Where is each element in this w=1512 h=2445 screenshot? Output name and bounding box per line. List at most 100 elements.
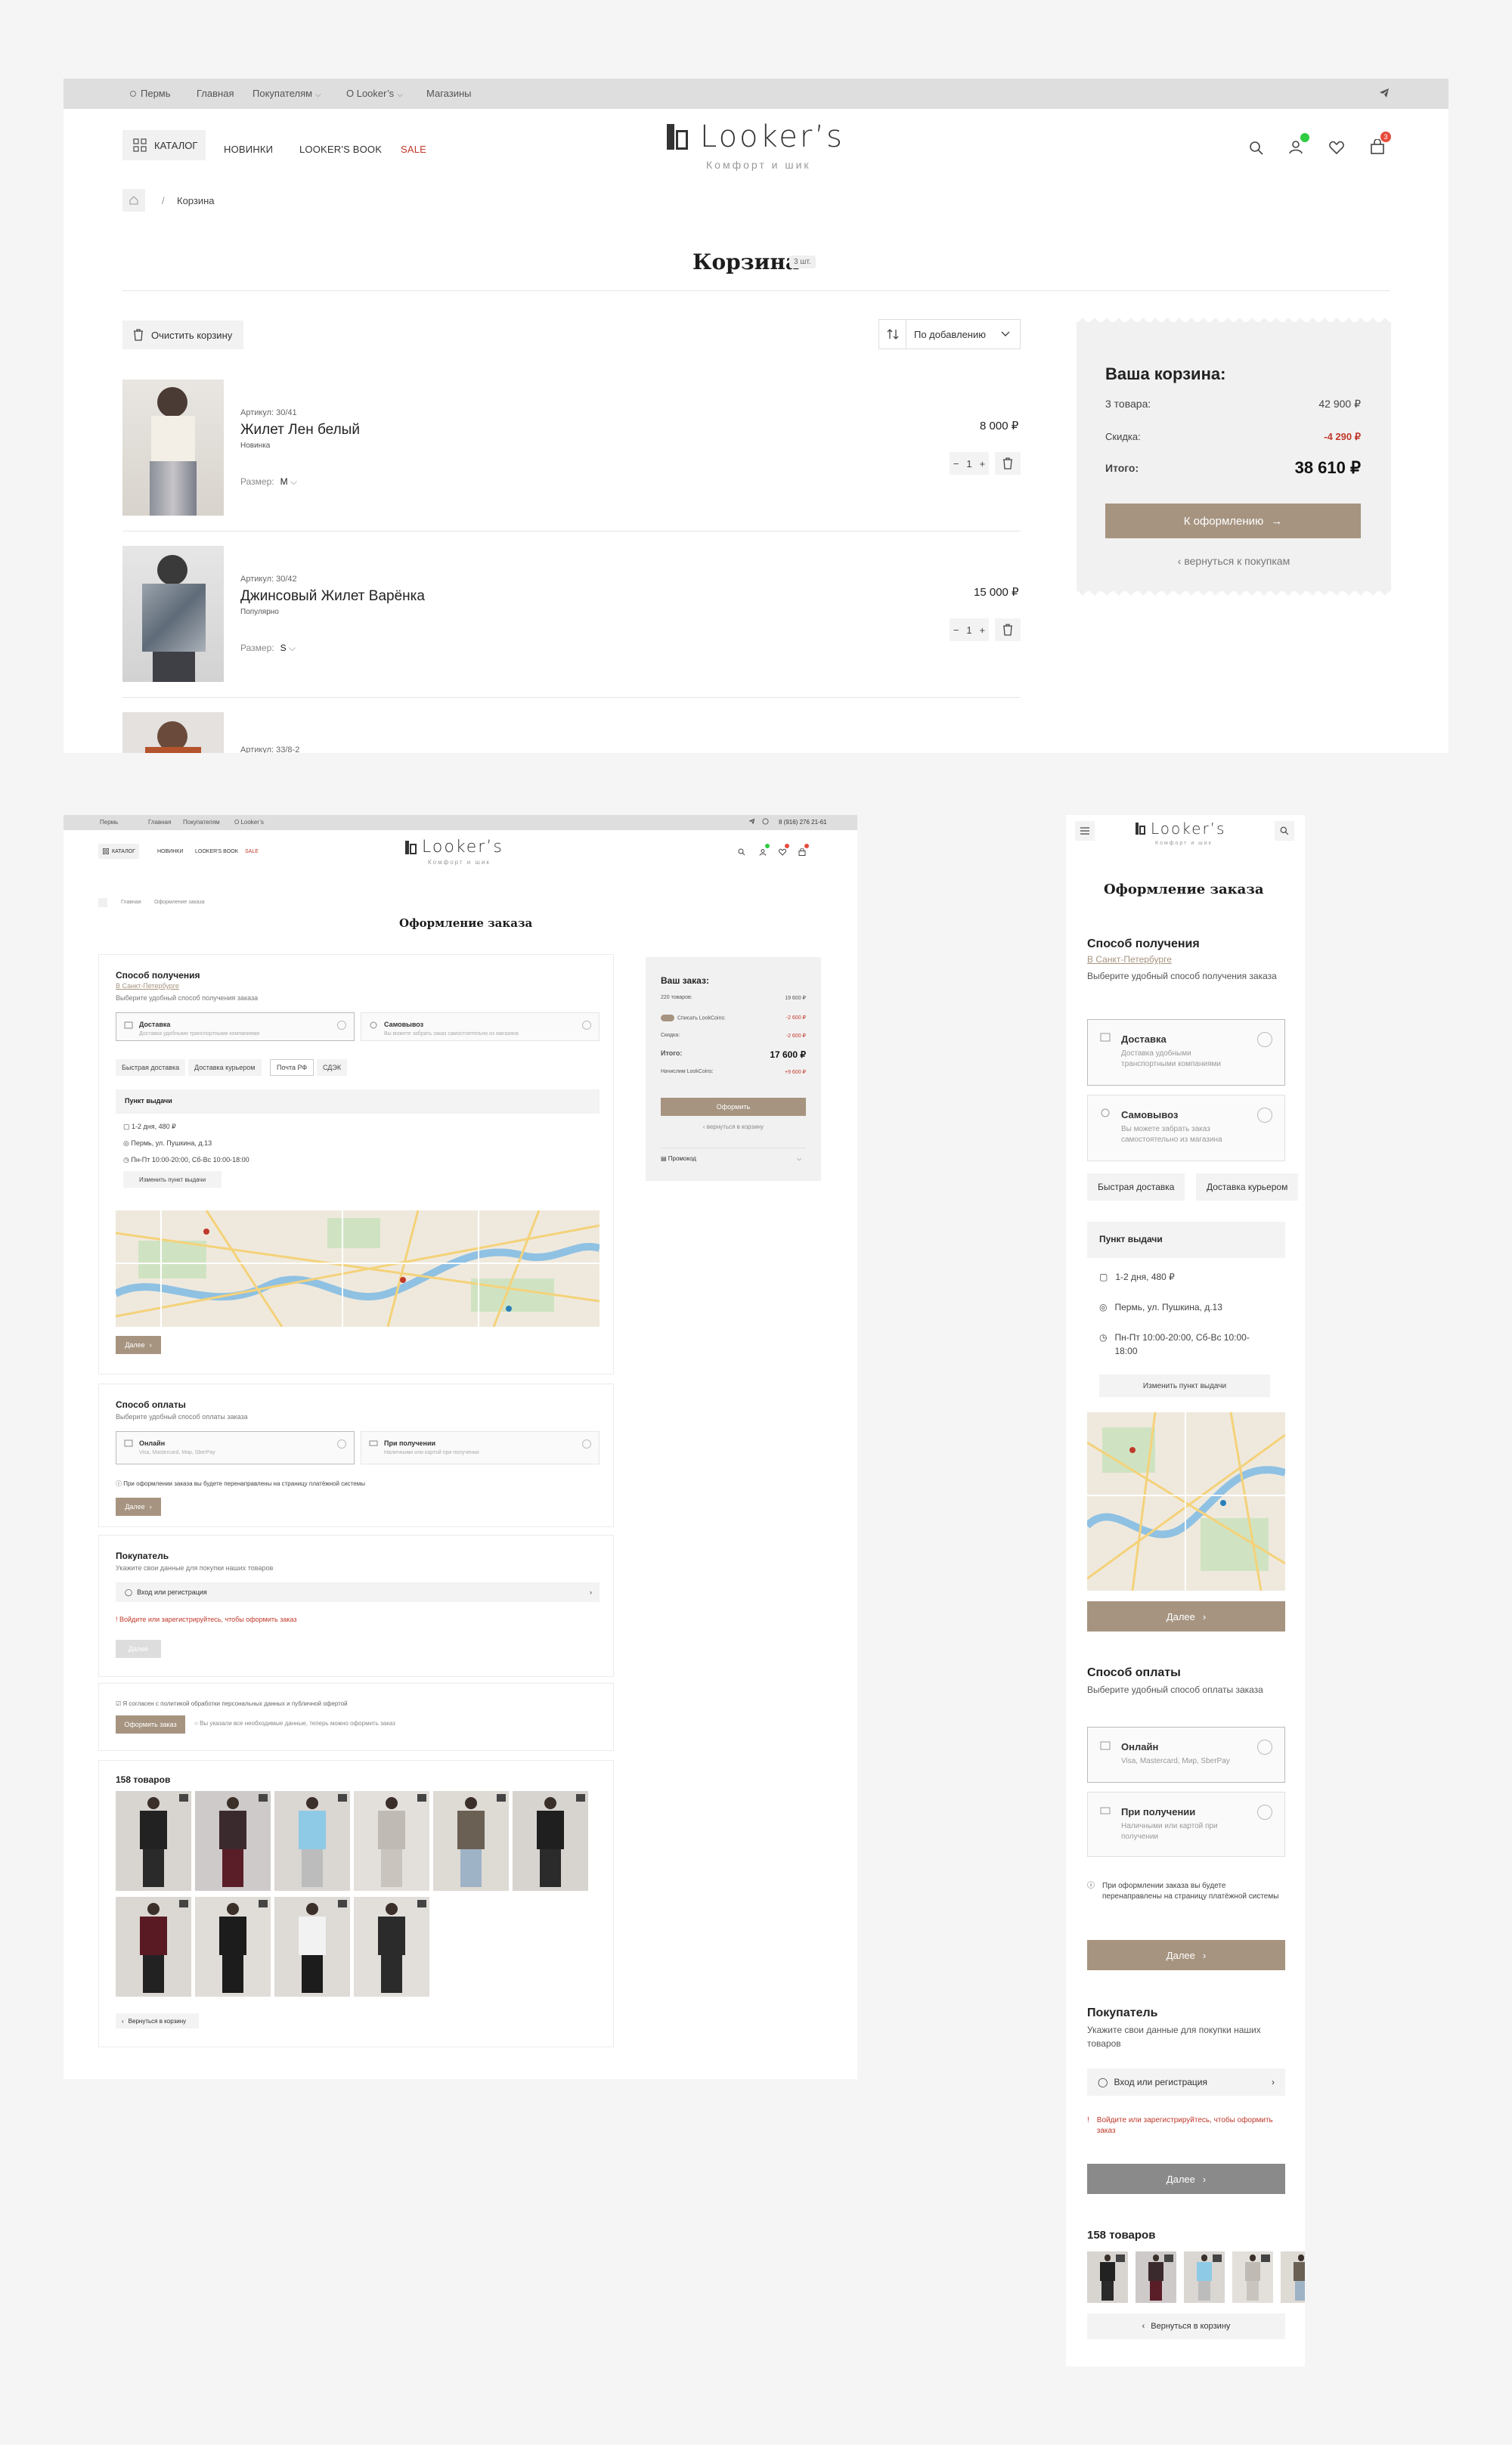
bookmark-icon[interactable]: [1261, 2254, 1270, 2262]
payment-option-on-delivery[interactable]: При получении Наличными или картой при п…: [1087, 1792, 1285, 1857]
cart-icon[interactable]: [798, 848, 806, 856]
chevron-down-icon[interactable]: ⌵: [797, 1155, 801, 1163]
nav-new[interactable]: НОВИНКИ: [224, 144, 273, 155]
product-thumbnail[interactable]: [116, 1897, 191, 1997]
city-link[interactable]: В Санкт-Петербурге: [1087, 953, 1172, 966]
search-button[interactable]: [1275, 821, 1294, 841]
radio-button[interactable]: [1257, 1108, 1272, 1123]
radio-button[interactable]: [582, 1439, 591, 1449]
nav-sale[interactable]: SALE: [401, 144, 426, 155]
product-thumbnail[interactable]: [513, 1791, 588, 1891]
product-thumbnail[interactable]: [195, 1791, 271, 1891]
heart-icon[interactable]: [1329, 141, 1347, 159]
bookmark-icon[interactable]: [1164, 2254, 1173, 2262]
back-to-cart-button[interactable]: ‹ Вернуться в корзину: [1087, 2313, 1285, 2339]
catalog-button[interactable]: КАТАЛОГ: [122, 130, 206, 160]
place-order-button[interactable]: Оформить заказ: [116, 1715, 185, 1734]
product-thumbnail[interactable]: [1087, 2251, 1128, 2303]
topbar-link-home[interactable]: Главная: [197, 88, 234, 99]
brand-logo[interactable]: Looker’s: [405, 838, 503, 857]
product-thumbnail[interactable]: [274, 1897, 350, 1997]
quantity-stepper[interactable]: −1 +: [950, 452, 989, 475]
nav-lookers-book[interactable]: LOOKER'S BOOK: [299, 144, 382, 155]
topbar-link-stores[interactable]: Магазины: [426, 88, 472, 99]
whatsapp-icon[interactable]: [762, 818, 769, 825]
next-button-disabled[interactable]: Далее ›: [1087, 2164, 1285, 2194]
minus-icon[interactable]: −: [953, 624, 959, 636]
lookcoins-toggle[interactable]: [661, 1015, 674, 1021]
product-thumbnail[interactable]: [354, 1897, 429, 1997]
plus-icon[interactable]: +: [979, 624, 985, 636]
pickup-map[interactable]: [116, 1210, 600, 1327]
radio-button[interactable]: [337, 1439, 346, 1449]
back-to-cart-link[interactable]: ‹ вернуться в корзину: [646, 1123, 821, 1130]
breadcrumb-home[interactable]: [122, 189, 145, 212]
bookmark-icon[interactable]: [259, 1794, 268, 1802]
change-pickup-point-button[interactable]: Изменить пункт выдачи: [123, 1171, 222, 1188]
item-name[interactable]: Джинсовый Жилет Варёнка: [240, 588, 425, 605]
bookmark-icon[interactable]: [259, 1900, 268, 1907]
topbar-link-buyers[interactable]: Покупателям ⌵: [253, 88, 321, 99]
payment-option-on-delivery[interactable]: При получении Наличными или картой при п…: [361, 1431, 600, 1464]
bookmark-icon[interactable]: [1116, 2254, 1125, 2262]
next-button[interactable]: Далее ›: [1087, 1940, 1285, 1970]
order-row[interactable]: Списать LookCoins: -2 600 ₽: [661, 1015, 806, 1021]
radio-button[interactable]: [337, 1021, 346, 1030]
product-thumbnail[interactable]: [1136, 2251, 1176, 2303]
delivery-option-pickup[interactable]: Самовывоз Вы можете забрать заказ самост…: [1087, 1095, 1285, 1161]
bookmark-icon[interactable]: [338, 1900, 347, 1907]
next-button[interactable]: Далее ›: [1087, 1601, 1285, 1632]
clear-cart-button[interactable]: Очистить корзину: [122, 321, 243, 349]
delivery-option-courier[interactable]: Доставка Доставка удобными транспортными…: [116, 1012, 355, 1041]
next-button[interactable]: Далее ›: [116, 1336, 161, 1354]
nav-sale[interactable]: SALE: [245, 849, 259, 854]
minus-icon[interactable]: −: [953, 458, 959, 469]
heart-icon[interactable]: [779, 848, 786, 856]
pickup-map[interactable]: [1087, 1412, 1285, 1591]
topbar-link-home[interactable]: Главная: [148, 819, 171, 826]
next-button-disabled[interactable]: Далее: [116, 1640, 161, 1658]
catalog-button[interactable]: КАТАЛОГ: [98, 844, 139, 859]
place-order-button[interactable]: Оформить: [661, 1098, 806, 1116]
login-or-register-row[interactable]: ◯ Вход или регистрация ›: [1087, 2068, 1285, 2096]
telegram-icon[interactable]: [1379, 88, 1390, 98]
product-thumbnail[interactable]: [1281, 2251, 1305, 2303]
radio-button[interactable]: [1257, 1740, 1272, 1755]
topbar-link-about[interactable]: О Looker’s: [234, 819, 264, 826]
product-thumbnail[interactable]: [354, 1791, 429, 1891]
product-thumbnail[interactable]: [1232, 2251, 1273, 2303]
product-thumbnail[interactable]: [116, 1791, 191, 1891]
product-image-third[interactable]: [122, 712, 224, 753]
topbar-link-about[interactable]: О Looker’s ⌵: [346, 88, 403, 99]
remove-item-button[interactable]: [995, 452, 1021, 475]
radio-button[interactable]: [582, 1021, 591, 1030]
item-name[interactable]: Жилет Лен белый: [240, 422, 360, 438]
next-button[interactable]: Далее ›: [116, 1498, 161, 1516]
bookmark-icon[interactable]: [179, 1900, 188, 1907]
bookmark-icon[interactable]: [576, 1794, 585, 1802]
brand-logo[interactable]: Looker’s: [1136, 820, 1225, 838]
bookmark-icon[interactable]: [338, 1794, 347, 1802]
plus-icon[interactable]: +: [979, 458, 985, 469]
promo-code-toggle[interactable]: ▤ Промокод: [661, 1155, 696, 1162]
back-to-shopping-link[interactable]: ‹ вернуться к покупкам: [1077, 555, 1391, 567]
change-pickup-point-button[interactable]: Изменить пункт выдачи: [1099, 1374, 1270, 1397]
radio-button[interactable]: [1257, 1032, 1272, 1047]
telegram-icon[interactable]: [748, 818, 755, 825]
payment-option-online[interactable]: Онлайн Visa, Mastercard, Мир, SberPay: [116, 1431, 355, 1464]
bookmark-icon[interactable]: [417, 1794, 426, 1802]
nav-new[interactable]: НОВИНКИ: [157, 849, 183, 854]
city-selector[interactable]: Пермь: [100, 819, 118, 826]
product-image-denim-vest[interactable]: [122, 546, 224, 682]
back-to-cart-button[interactable]: ‹ Вернуться в корзину: [116, 2013, 199, 2028]
item-size-selector[interactable]: Размер: M ⌵: [240, 476, 297, 488]
quantity-stepper[interactable]: −1 +: [950, 618, 989, 641]
delivery-method-chip[interactable]: Быстрая доставка: [116, 1059, 186, 1076]
nav-lookers-book[interactable]: LOOKER'S BOOK: [195, 849, 238, 854]
remove-item-button[interactable]: [995, 618, 1021, 641]
product-thumbnail[interactable]: [433, 1791, 509, 1891]
delivery-method-chip[interactable]: Доставка курьером: [188, 1059, 262, 1076]
delivery-method-chip[interactable]: Доставка курьером: [1196, 1173, 1299, 1201]
bookmark-icon[interactable]: [497, 1794, 506, 1802]
product-image-vest-white[interactable]: [122, 380, 224, 516]
